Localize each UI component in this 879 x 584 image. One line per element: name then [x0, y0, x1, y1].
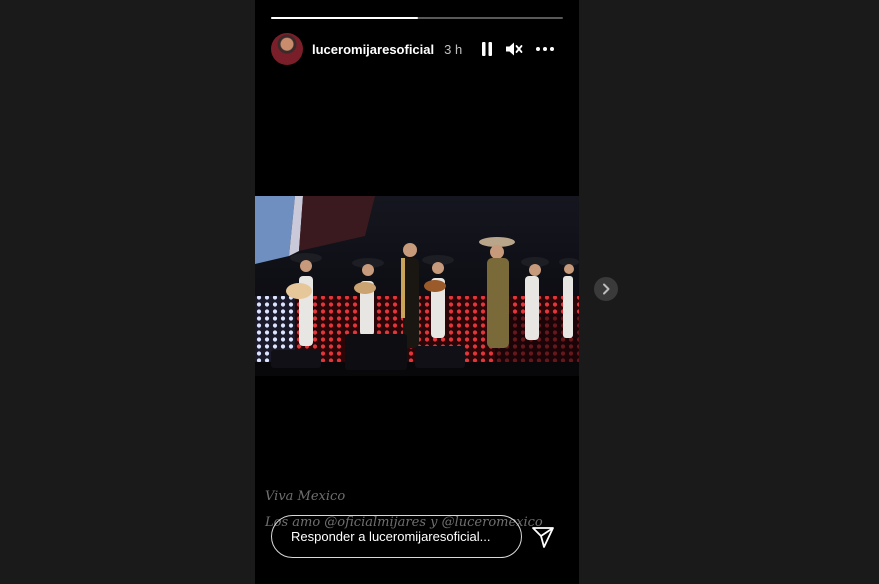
story-progress-fill	[271, 17, 419, 19]
reply-placeholder: Responder a luceromijaresoficial...	[291, 529, 491, 544]
story-controls	[481, 41, 555, 57]
send-icon[interactable]	[530, 524, 556, 550]
story-caption-line-1: Viva Mexico	[265, 489, 346, 504]
chevron-right-icon[interactable]	[594, 277, 618, 301]
username[interactable]: luceromijaresoficial	[312, 42, 434, 57]
avatar[interactable]	[271, 33, 303, 65]
more-dots-icon[interactable]	[535, 46, 555, 52]
story-panel[interactable]: luceromijaresoficial 3 h Viva Mexico Los…	[255, 0, 579, 584]
speaker-muted-icon[interactable]	[505, 41, 523, 57]
story-viewer: luceromijaresoficial 3 h Viva Mexico Los…	[0, 0, 879, 584]
story-progress-bar	[271, 17, 563, 19]
post-time: 3 h	[444, 41, 463, 57]
reply-input[interactable]: Responder a luceromijaresoficial...	[271, 515, 522, 558]
story-video[interactable]	[255, 196, 579, 376]
pause-icon[interactable]	[481, 41, 493, 57]
story-header: luceromijaresoficial 3 h	[271, 33, 563, 65]
concert-stage-image	[255, 196, 579, 376]
